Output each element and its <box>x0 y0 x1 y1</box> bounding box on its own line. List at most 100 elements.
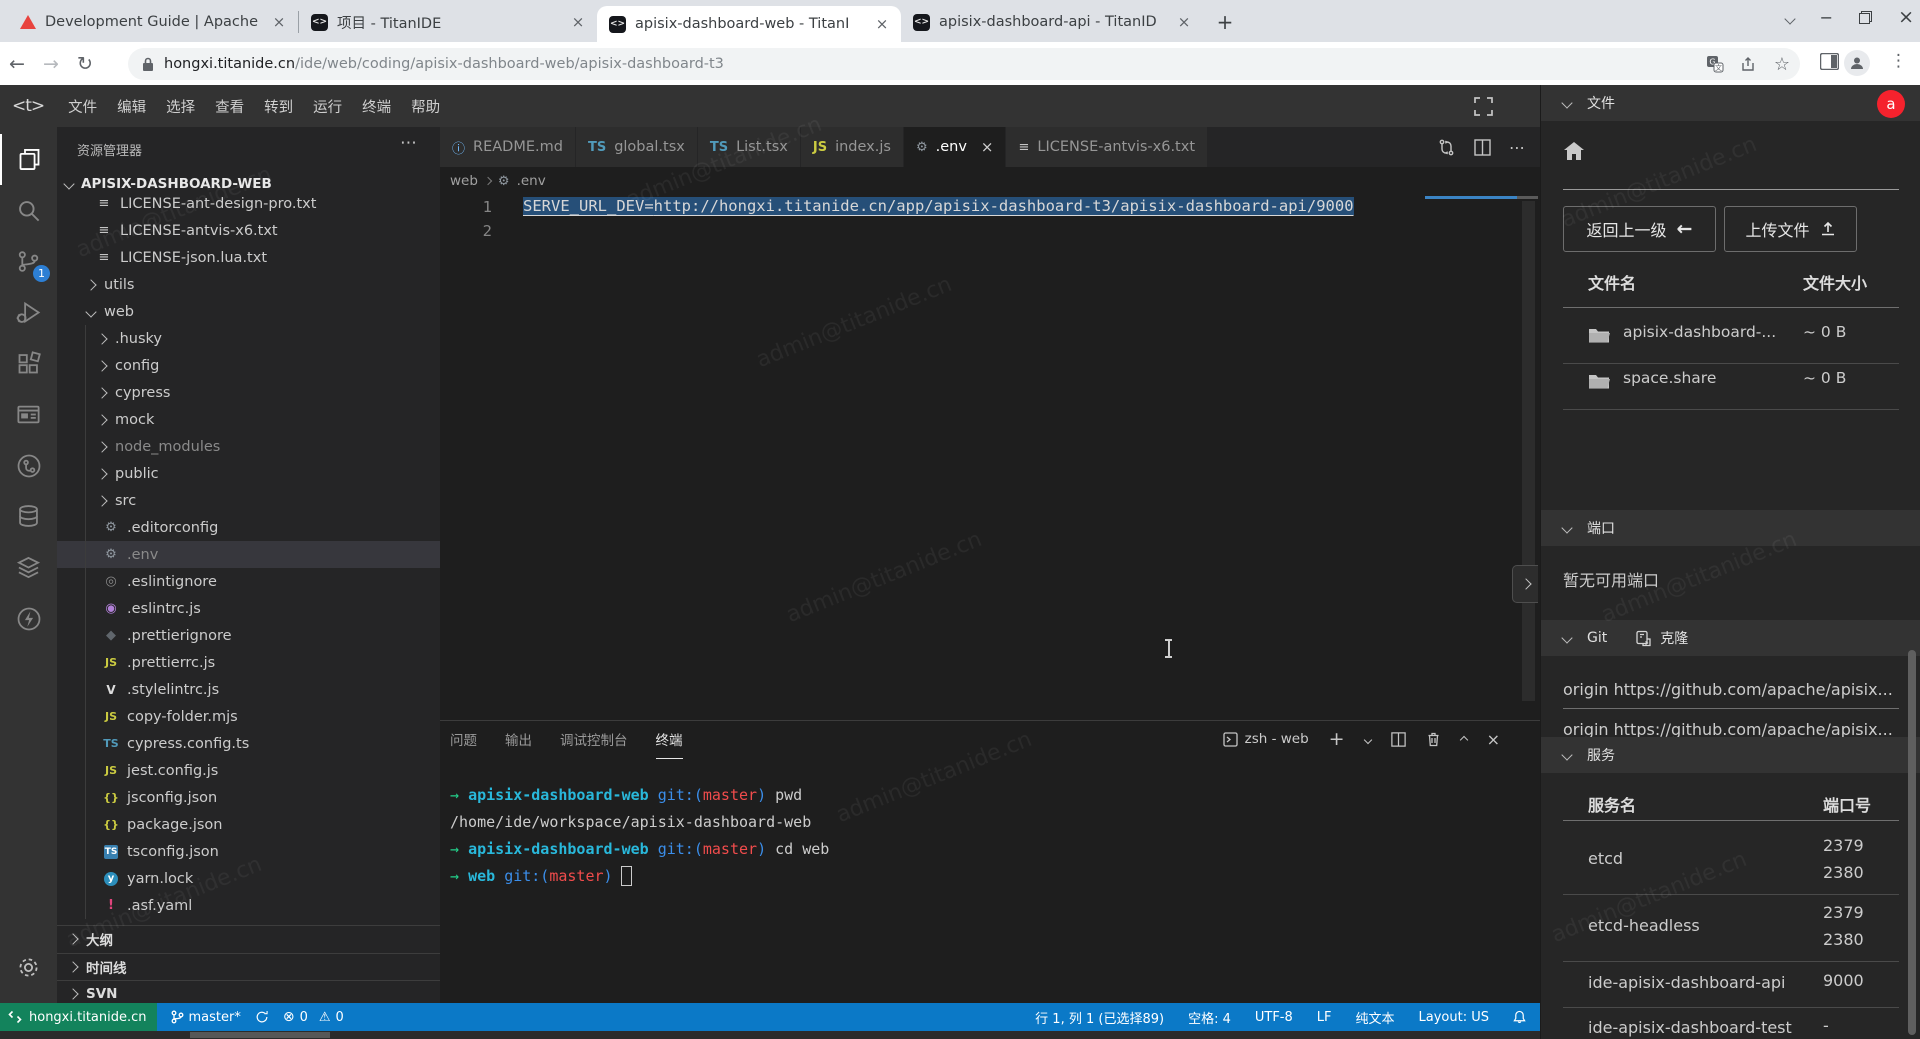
menu-item[interactable]: 运行 <box>303 92 352 121</box>
tree-item[interactable]: V.stylelintrc.js <box>57 676 440 703</box>
menu-item[interactable]: 选择 <box>156 92 205 121</box>
source-control-icon[interactable]: 1 <box>0 236 57 287</box>
minimize-button[interactable]: − <box>1820 8 1833 27</box>
manage-gear-icon[interactable] <box>0 942 57 993</box>
git-clone-label[interactable]: 克隆 <box>1660 628 1688 648</box>
right-panel-scrollbar[interactable] <box>1908 650 1916 1035</box>
preview-icon[interactable] <box>0 389 57 440</box>
browser-tab[interactable]: <>apisix-dashboard-web - TitanI× <box>597 6 901 42</box>
browser-tab[interactable]: <>apisix-dashboard-api - TitanID× <box>901 2 1203 42</box>
sync-status[interactable] <box>255 1010 269 1024</box>
kill-terminal-icon[interactable] <box>1426 731 1441 747</box>
menu-item[interactable]: 编辑 <box>107 92 156 121</box>
share-icon[interactable] <box>1740 55 1758 73</box>
translate-icon[interactable]: G文 <box>1706 55 1724 73</box>
bell-icon[interactable] <box>1513 1010 1526 1024</box>
tree-item[interactable]: config <box>57 352 440 379</box>
git-circle-icon[interactable] <box>0 440 57 491</box>
tree-item[interactable]: src <box>57 487 440 514</box>
menu-item[interactable]: 帮助 <box>401 92 450 121</box>
tree-item[interactable]: web <box>57 298 440 325</box>
tree-item[interactable]: JSjest.config.js <box>57 757 440 784</box>
ports-section-header[interactable]: 端口 <box>1541 510 1920 546</box>
address-bar[interactable]: hongxi.titanide.cn/ide/web/coding/apisix… <box>128 48 1800 80</box>
editor-tab[interactable]: ⓘREADME.md <box>440 127 576 167</box>
tree-item[interactable]: JScopy-folder.mjs <box>57 703 440 730</box>
new-terminal-icon[interactable]: + <box>1329 728 1345 750</box>
database-icon[interactable] <box>0 491 57 542</box>
tree-item[interactable]: ◉.eslintrc.js <box>57 595 440 622</box>
problems-status[interactable]: ⊗ 0 ⚠ 0 <box>283 1009 344 1025</box>
remote-indicator[interactable]: hongxi.titanide.cn <box>0 1003 157 1031</box>
tree-item[interactable]: ⚙.env <box>57 541 440 568</box>
tree-item[interactable]: cypress <box>57 379 440 406</box>
tree-item[interactable]: .husky <box>57 325 440 352</box>
panel-tab[interactable]: 终端 <box>656 729 683 759</box>
tab-close-icon[interactable]: × <box>270 13 288 31</box>
maximize-panel-icon[interactable] <box>1461 731 1467 747</box>
tree-item[interactable]: TScypress.config.ts <box>57 730 440 757</box>
thunder-icon[interactable] <box>0 593 57 644</box>
editor-scrollbar[interactable] <box>1522 201 1535 701</box>
menu-item[interactable]: 查看 <box>205 92 254 121</box>
tab-close-icon[interactable]: × <box>873 15 891 33</box>
terminal-dropdown-icon[interactable] <box>1365 731 1371 747</box>
tab-search-chevron-icon[interactable] <box>1786 8 1794 27</box>
file-row-name[interactable]: apisix-dashboard-... <box>1623 323 1776 341</box>
status-item[interactable]: 空格: 4 <box>1188 1008 1231 1027</box>
reload-button[interactable]: ↻ <box>68 53 102 75</box>
menu-item[interactable]: 文件 <box>58 92 107 121</box>
files-section-header[interactable]: 文件 <box>1541 85 1920 121</box>
git-branch-status[interactable]: master* <box>171 1010 241 1025</box>
editor-tab[interactable]: TSList.tsx <box>698 127 801 167</box>
upload-file-button[interactable]: 上传文件 <box>1724 206 1857 252</box>
profile-avatar[interactable] <box>1844 50 1870 76</box>
status-item[interactable]: 行 1, 列 1 (已选择89) <box>1035 1008 1164 1027</box>
run-debug-icon[interactable] <box>0 287 57 338</box>
new-tab-button[interactable]: + <box>1211 8 1239 36</box>
tree-item[interactable]: utils <box>57 271 440 298</box>
editor-more-icon[interactable]: ⋯ <box>1509 138 1526 157</box>
tree-item[interactable]: {}jsconfig.json <box>57 784 440 811</box>
user-avatar-badge[interactable]: a <box>1877 90 1905 118</box>
tree-item[interactable]: mock <box>57 406 440 433</box>
open-changes-icon[interactable] <box>1437 138 1456 157</box>
tree-item[interactable]: node_modules <box>57 433 440 460</box>
tree-item[interactable]: JS.prettierrc.js <box>57 649 440 676</box>
back-button[interactable]: ← <box>0 53 34 75</box>
side-panel-icon[interactable] <box>1820 53 1839 70</box>
status-item[interactable]: LF <box>1317 1010 1332 1025</box>
home-icon[interactable] <box>1563 141 1585 161</box>
menu-item[interactable]: 终端 <box>352 92 401 121</box>
panel-tab[interactable]: 问题 <box>450 729 477 749</box>
breadcrumb-file[interactable]: .env <box>517 173 546 189</box>
status-item[interactable]: UTF-8 <box>1255 1010 1293 1025</box>
tree-item[interactable]: ⚙.editorconfig <box>57 514 440 541</box>
browser-menu-icon[interactable]: ⋮ <box>1890 51 1907 71</box>
editor-tab[interactable]: JSindex.js <box>801 127 904 167</box>
split-terminal-icon[interactable] <box>1391 732 1406 747</box>
panel-expand-button[interactable] <box>1512 565 1538 603</box>
breadcrumb-folder[interactable]: web <box>450 173 478 189</box>
maximize-button[interactable] <box>1859 11 1872 24</box>
horizontal-scrollbar-thumb[interactable] <box>190 1032 330 1038</box>
panel-tab[interactable]: 输出 <box>505 729 532 749</box>
sidebar-section-1[interactable]: 大纲 <box>57 925 440 952</box>
tree-item[interactable]: TStsconfig.json <box>57 838 440 865</box>
tree-item[interactable]: ◎.eslintignore <box>57 568 440 595</box>
split-editor-icon[interactable] <box>1474 139 1491 156</box>
tree-item[interactable]: ≡LICENSE-json.lua.txt <box>57 244 440 271</box>
status-item[interactable]: Layout: US <box>1419 1010 1489 1025</box>
code-editor[interactable]: 1 2 SERVE_URL_DEV=http://hongxi.titanide… <box>440 195 1524 715</box>
tree-item[interactable]: {}package.json <box>57 811 440 838</box>
back-level-button[interactable]: 返回上一级← <box>1563 206 1716 252</box>
editor-tab[interactable]: ≡LICENSE-antvis-x6.txt <box>1006 127 1208 167</box>
status-item[interactable]: 纯文本 <box>1356 1008 1395 1027</box>
browser-tab[interactable]: Development Guide | Apache A× <box>8 2 298 42</box>
panel-tab[interactable]: 调试控制台 <box>560 729 628 749</box>
tree-item[interactable]: ≡LICENSE-ant-design-pro.txt <box>57 190 440 217</box>
search-icon[interactable] <box>0 185 57 236</box>
tree-item[interactable]: !.asf.yaml <box>57 892 440 919</box>
tree-item[interactable]: public <box>57 460 440 487</box>
layers-icon[interactable] <box>0 542 57 593</box>
